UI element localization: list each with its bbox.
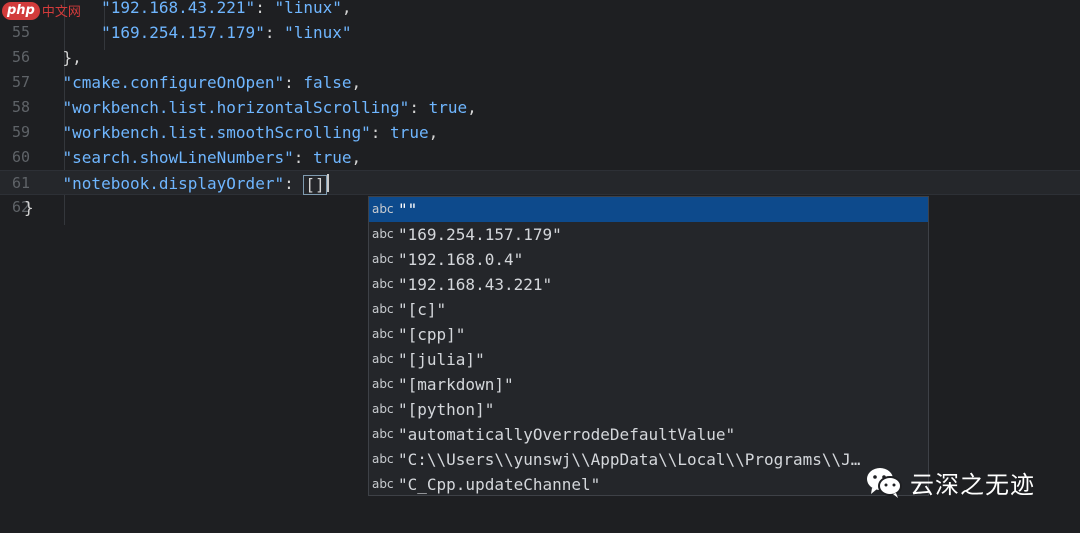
suggestion-label: "automaticallyOverrodeDefaultValue" (398, 425, 736, 444)
suggestion-label: "[julia]" (398, 350, 485, 369)
json-punctuation: , (467, 98, 477, 117)
text-kind-icon: abc (372, 327, 394, 341)
json-key: "workbench.list.horizontalScrolling" (62, 98, 410, 117)
json-value: false (303, 73, 352, 92)
suggestion-item[interactable]: abc "169.254.157.179" (369, 222, 928, 247)
suggestion-label: "169.254.157.179" (398, 225, 562, 244)
code-text: "workbench.list.horizontalScrolling": tr… (24, 95, 477, 120)
suggest-widget[interactable]: abc "" abc "169.254.157.179" abc "192.168.0.4… (368, 196, 929, 496)
json-colon: : (293, 148, 313, 167)
text-kind-icon: abc (372, 227, 394, 241)
code-line[interactable]: "192.168.43.221": "linux", (0, 0, 1080, 20)
json-punctuation: }, (62, 48, 82, 67)
json-value: true (428, 98, 468, 117)
text-kind-icon: abc (372, 202, 394, 216)
suggestion-label: "" (398, 200, 418, 219)
text-kind-icon: abc (372, 277, 394, 291)
code-line[interactable]: 56 }, (0, 45, 1080, 70)
suggestion-label: "C_Cpp.updateChannel" (398, 475, 601, 494)
json-colon: : (264, 23, 285, 42)
suggestion-item[interactable]: abc "C_Cpp.updateChannel" (369, 472, 928, 495)
php-logo: php (2, 1, 40, 20)
code-text: "notebook.displayOrder": [] (24, 171, 329, 196)
suggestion-label: "[c]" (398, 300, 447, 319)
suggestion-item[interactable]: abc "" (369, 197, 928, 222)
code-line[interactable]: 58 "workbench.list.horizontalScrolling":… (0, 95, 1080, 120)
json-value: [] (305, 175, 325, 194)
suggestion-label: "[markdown]" (398, 375, 514, 394)
suggestion-item[interactable]: abc "[markdown]" (369, 372, 928, 397)
watermark-wechat: 云深之无迹 (864, 462, 1035, 502)
text-kind-icon: abc (372, 477, 394, 491)
json-key: "search.showLineNumbers" (62, 148, 294, 167)
json-colon: : (284, 73, 304, 92)
json-value: "linux" (274, 0, 342, 17)
code-line[interactable]: 57 "cmake.configureOnOpen": false, (0, 70, 1080, 95)
suggestion-item[interactable]: abc "192.168.0.4" (369, 247, 928, 272)
code-line[interactable]: 55 "169.254.157.179": "linux" (0, 20, 1080, 45)
json-value: "linux" (284, 23, 352, 42)
text-kind-icon: abc (372, 352, 394, 366)
json-punctuation: , (351, 73, 362, 92)
suggestion-item[interactable]: abc "[julia]" (369, 347, 928, 372)
suggestion-item[interactable]: abc "[python]" (369, 397, 928, 422)
json-colon: : (255, 0, 275, 17)
json-key: "notebook.displayOrder" (62, 174, 285, 193)
json-punctuation: } (24, 198, 34, 217)
json-key: "workbench.list.smoothScrolling" (62, 123, 371, 142)
suggestion-label: "192.168.0.4" (398, 250, 524, 269)
json-colon: : (370, 123, 391, 142)
json-colon: : (409, 98, 429, 117)
suggestion-item[interactable]: abc "[cpp]" (369, 322, 928, 347)
wechat-account-name: 云深之无迹 (910, 470, 1035, 499)
text-kind-icon: abc (372, 302, 394, 316)
code-text: "cmake.configureOnOpen": false, (24, 70, 362, 95)
text-cursor (326, 174, 329, 192)
json-punctuation: , (351, 148, 362, 167)
code-text: }, (24, 45, 82, 70)
wechat-icon (864, 462, 904, 502)
json-key: "cmake.configureOnOpen" (62, 73, 285, 92)
text-kind-icon: abc (372, 252, 394, 266)
suggestion-item[interactable]: abc "192.168.43.221" (369, 272, 928, 297)
suggestion-item[interactable]: abc "C:\\Users\\yunswj\\AppData\\Local\\P… (369, 447, 928, 472)
php-logo-text: 中文网 (41, 5, 81, 20)
suggestion-label: "[cpp]" (398, 325, 466, 344)
json-punctuation: , (341, 0, 352, 17)
text-kind-icon: abc (372, 377, 394, 391)
code-text: "search.showLineNumbers": true, (24, 145, 362, 170)
code-text: "169.254.157.179": "linux" (24, 20, 352, 45)
suggestion-item[interactable]: abc "[c]" (369, 297, 928, 322)
code-line[interactable]: 59 "workbench.list.smoothScrolling": tru… (0, 120, 1080, 145)
code-line[interactable]: 60 "search.showLineNumbers": true, (0, 145, 1080, 170)
json-key: "192.168.43.221" (101, 0, 256, 17)
suggestion-label: "C:\\Users\\yunswj\\AppData\\Local\\Prog… (398, 450, 861, 469)
json-key: "169.254.157.179" (101, 23, 265, 42)
json-colon: : (284, 174, 304, 193)
suggestion-label: "[python]" (398, 400, 495, 419)
text-kind-icon: abc (372, 402, 394, 416)
json-value: true (312, 148, 352, 167)
text-kind-icon: abc (372, 452, 394, 466)
code-line[interactable]: 61 "notebook.displayOrder": [] (0, 170, 1080, 195)
code-text: "workbench.list.smoothScrolling": true, (24, 120, 439, 145)
code-text: } (24, 195, 34, 220)
suggestion-label: "192.168.43.221" (398, 275, 553, 294)
json-punctuation: , (428, 123, 439, 142)
bracket-match-highlight: [] (303, 175, 327, 195)
watermark-php-logo: php 中文网 (2, 1, 81, 20)
text-kind-icon: abc (372, 427, 394, 441)
json-value: true (390, 123, 429, 142)
suggestion-item[interactable]: abc "automaticallyOverrodeDefaultValue" (369, 422, 928, 447)
